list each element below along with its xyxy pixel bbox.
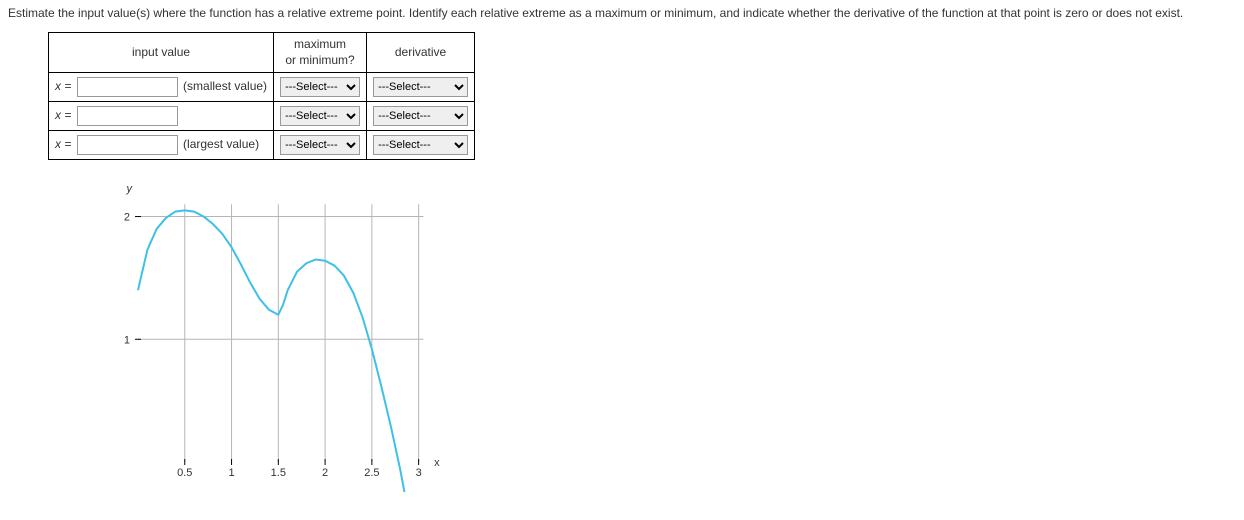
select-deriv-2[interactable]: ---Select--- [373, 106, 468, 126]
svg-text:1: 1 [124, 334, 130, 346]
hint-largest: (largest value) [181, 137, 259, 151]
answer-table: input value maximumor minimum? derivativ… [48, 32, 475, 160]
row-label: x = [55, 108, 73, 122]
svg-text:1.5: 1.5 [271, 467, 286, 479]
hint-smallest: (smallest value) [181, 79, 267, 93]
select-maxmin-2[interactable]: ---Select--- [280, 106, 360, 126]
select-maxmin-1[interactable]: ---Select--- [280, 77, 360, 97]
select-maxmin-3[interactable]: ---Select--- [280, 135, 360, 155]
function-graph: 0.5 1 1.5 2 2.5 3 1 2 x y [108, 172, 448, 492]
svg-text:1: 1 [228, 467, 234, 479]
input-x-1[interactable] [77, 77, 178, 97]
input-x-2[interactable] [77, 106, 178, 126]
input-x-3[interactable] [77, 135, 178, 155]
select-deriv-1[interactable]: ---Select--- [373, 77, 468, 97]
header-derivative: derivative [367, 33, 475, 73]
row-label: x = [55, 137, 73, 151]
svg-text:y: y [126, 183, 134, 195]
select-deriv-3[interactable]: ---Select--- [373, 135, 468, 155]
svg-text:2.5: 2.5 [364, 467, 379, 479]
svg-text:x: x [434, 457, 440, 469]
svg-text:2: 2 [124, 212, 130, 224]
header-input-value: input value [49, 33, 274, 73]
svg-text:2: 2 [322, 467, 328, 479]
svg-text:3: 3 [416, 467, 422, 479]
header-max-min: maximumor minimum? [274, 33, 367, 73]
row-label: x = [55, 79, 73, 93]
question-text: Estimate the input value(s) where the fu… [8, 4, 1236, 22]
svg-text:0.5: 0.5 [177, 467, 192, 479]
